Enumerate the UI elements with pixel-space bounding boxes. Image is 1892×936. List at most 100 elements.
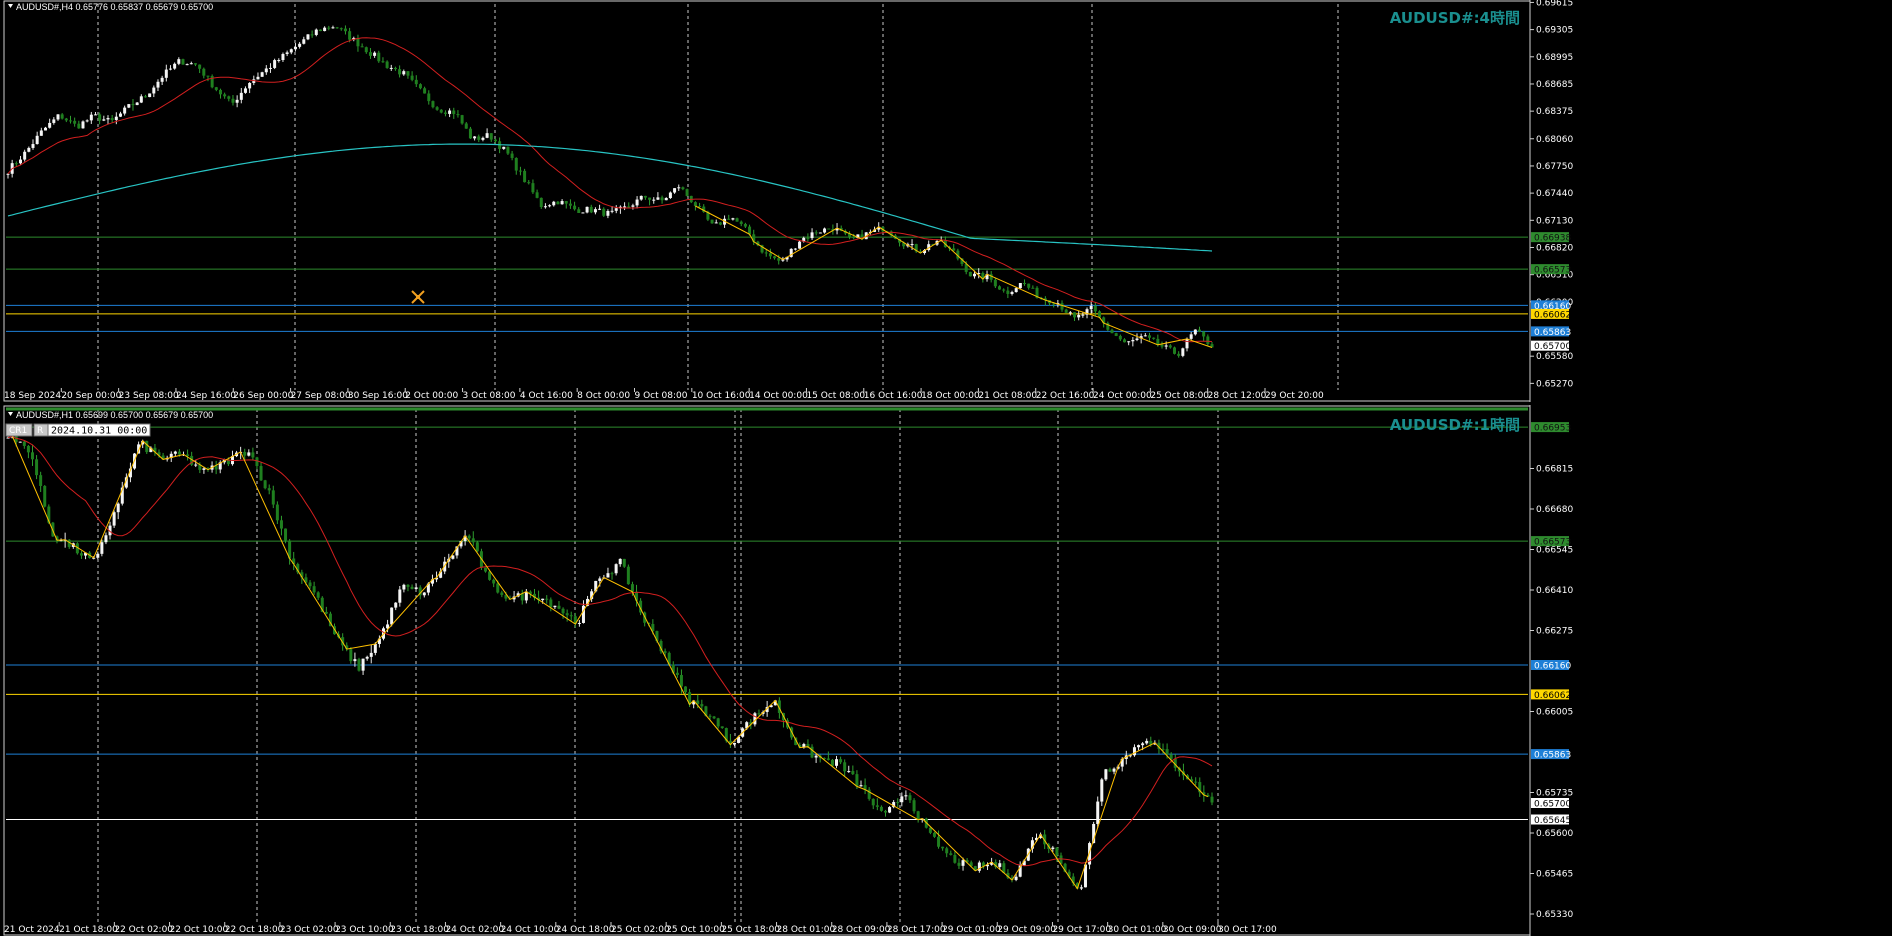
- candle-body: [998, 286, 1002, 290]
- candle-body: [606, 210, 610, 216]
- chart-panel-h1[interactable]: AUDUSD#,H1 0.65699 0.65700 0.65679 0.657…: [3, 405, 1573, 936]
- candle-body: [30, 452, 34, 460]
- candle-body: [402, 584, 406, 590]
- candle-body: [556, 201, 560, 205]
- y-tick-label: 0.68995: [1536, 53, 1573, 63]
- symbol-watermark: AUDUSD#:1時間: [1390, 416, 1520, 434]
- candle-body: [373, 643, 377, 653]
- candle-body: [348, 31, 352, 40]
- y-tick-label: 0.66680: [1536, 505, 1573, 515]
- y-tick-label: 0.67130: [1536, 216, 1573, 226]
- x-tick-label: 22 Oct 16:00: [1036, 391, 1095, 401]
- candle-body: [139, 96, 143, 103]
- candle-body: [560, 201, 564, 205]
- candle-body: [757, 713, 761, 715]
- x-tick-label: 22 Oct 10:00: [170, 925, 229, 935]
- candle-body: [548, 205, 552, 207]
- candle-body: [343, 28, 347, 32]
- candle-body: [284, 528, 288, 541]
- candle-body: [806, 237, 810, 239]
- price-tag-label: 0.66953: [1534, 424, 1571, 434]
- tool-button-label: CR1: [9, 426, 27, 436]
- x-tick-label: 21 Oct 18:00: [59, 925, 118, 935]
- x-tick-label: 18 Oct 00:00: [921, 391, 980, 401]
- candle-body: [1168, 345, 1172, 348]
- candle-body: [871, 798, 875, 806]
- candle-body: [365, 656, 369, 659]
- trading-terminal-chart[interactable]: AUDUSD#,H4 0.65776 0.65837 0.65679 0.657…: [0, 0, 1892, 936]
- candle-body: [235, 99, 239, 103]
- candle-body: [1210, 796, 1214, 803]
- candle-body: [557, 605, 561, 609]
- candle-body: [202, 68, 206, 76]
- candle-body: [381, 61, 385, 63]
- candle-body: [418, 84, 422, 89]
- candle-body: [539, 197, 543, 207]
- candle-body: [668, 192, 672, 199]
- x-tick-label: 28 Oct 01:00: [777, 925, 836, 935]
- candle-body: [573, 205, 577, 210]
- datetime-toolbar[interactable]: CR1 R 2024.10.31 00:00: [5, 423, 151, 437]
- candle-body: [247, 452, 251, 456]
- candle-body: [502, 146, 506, 149]
- candle-body: [1143, 335, 1147, 337]
- candle-body: [85, 120, 89, 122]
- candle-body: [564, 201, 568, 204]
- candle-body: [68, 120, 72, 122]
- candle-body: [888, 807, 892, 813]
- candle-body: [852, 236, 856, 239]
- candle-body: [43, 485, 47, 507]
- candle-body: [768, 253, 772, 257]
- candle-body: [189, 63, 193, 65]
- candle-body: [18, 159, 22, 164]
- candle-body: [1202, 331, 1206, 337]
- x-tick-label: 24 Oct 10:00: [501, 925, 560, 935]
- candle-body: [1173, 347, 1177, 354]
- candle-body: [735, 218, 739, 222]
- candle-body: [43, 127, 47, 131]
- candle-body: [1108, 769, 1112, 772]
- price-tag-label: 0.66938: [1534, 234, 1571, 244]
- x-tick-label: 20 Sep 00:00: [61, 391, 121, 401]
- x-tick-label: 22 Oct 18:00: [225, 925, 284, 935]
- candle-body: [826, 758, 830, 760]
- price-tag-label: 0.65645: [1534, 816, 1571, 826]
- y-tick-label: 0.65270: [1536, 379, 1573, 389]
- candle-body: [484, 567, 488, 572]
- candle-body: [181, 59, 185, 65]
- x-tick-label: 30 Oct 17:00: [1218, 925, 1277, 935]
- candle-body: [460, 115, 464, 124]
- chart-panel-h4[interactable]: AUDUSD#,H4 0.65776 0.65837 0.65679 0.657…: [3, 0, 1573, 402]
- candle-body: [263, 480, 267, 489]
- candle-body: [1145, 740, 1149, 744]
- candle-body: [268, 67, 272, 69]
- candle-body: [623, 206, 627, 208]
- price-tag-label: 0.66062: [1534, 691, 1571, 701]
- candle-body: [389, 67, 393, 69]
- candle-body: [423, 88, 427, 94]
- candle-body: [543, 206, 547, 208]
- candle-body: [48, 122, 52, 128]
- candle-body: [523, 170, 527, 183]
- x-tick-label: 29 Oct 17:00: [1052, 925, 1111, 935]
- candle-body: [1185, 338, 1189, 349]
- candle-body: [684, 686, 688, 693]
- y-tick-label: 0.67440: [1536, 189, 1573, 199]
- candle-body: [1014, 288, 1018, 293]
- candle-body: [1098, 311, 1102, 318]
- candle-body: [1055, 847, 1059, 856]
- x-tick-label: 24 Oct 00:00: [1093, 391, 1152, 401]
- candle-body: [652, 199, 656, 201]
- candle-body: [568, 203, 572, 206]
- candle-body: [818, 232, 822, 234]
- y-tick-label: 0.65580: [1536, 352, 1573, 362]
- candle-body: [823, 228, 827, 233]
- candle-body: [357, 659, 361, 671]
- candle-body: [81, 121, 85, 129]
- panel-frame: [3, 0, 1531, 402]
- candle-body: [373, 52, 377, 56]
- candle-body: [302, 39, 306, 44]
- candle-body: [677, 187, 681, 189]
- candle-body: [6, 173, 10, 175]
- candle-body: [1152, 337, 1156, 339]
